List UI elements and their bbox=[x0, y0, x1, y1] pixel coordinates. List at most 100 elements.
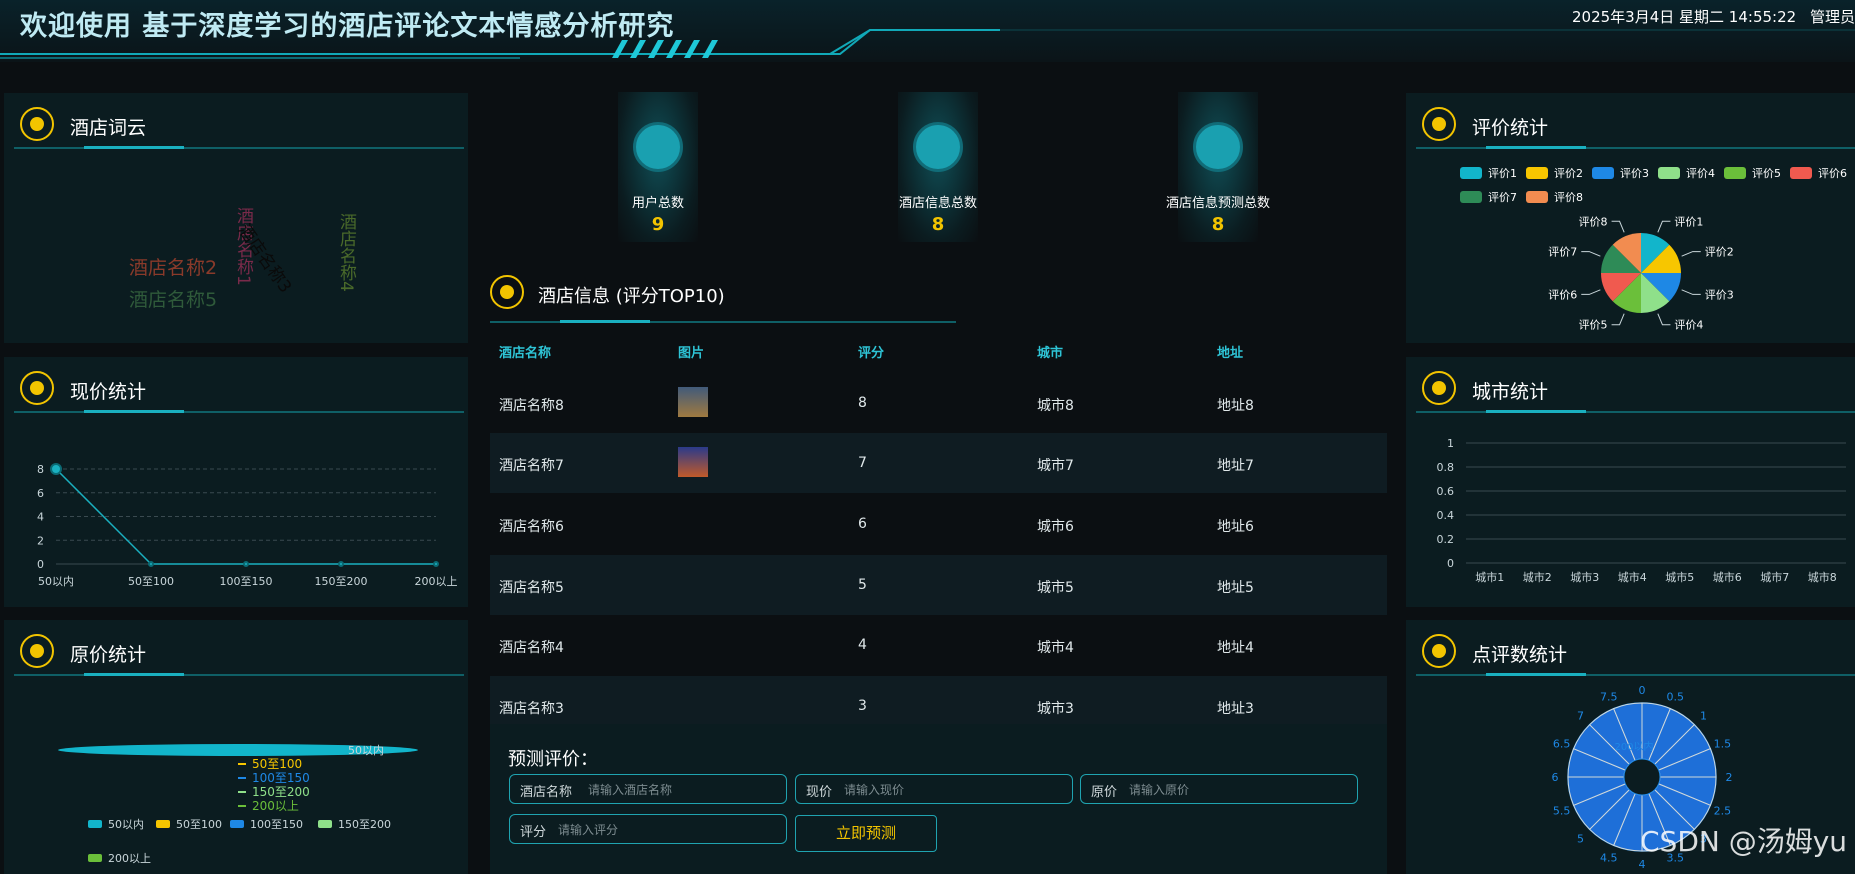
legend-label: 评价8 bbox=[1554, 191, 1583, 204]
stat-value: 8 bbox=[1211, 214, 1225, 235]
hotel-thumbnail[interactable] bbox=[678, 387, 708, 417]
cell-score: 3 bbox=[858, 698, 867, 714]
col-header-name[interactable]: 酒店名称 bbox=[499, 342, 551, 361]
x-tick-label: 200以上 bbox=[415, 575, 458, 588]
y-tick-label: 6 bbox=[37, 487, 44, 500]
col-header-address[interactable]: 地址 bbox=[1217, 342, 1243, 361]
legend-label: 评价5 bbox=[1752, 167, 1781, 180]
angle-tick-label: 4.5 bbox=[1600, 851, 1618, 864]
legend-swatch bbox=[1724, 167, 1746, 179]
legend-text: 150至200 bbox=[252, 785, 310, 799]
hotel-thumbnail[interactable] bbox=[678, 447, 708, 477]
data-point bbox=[433, 561, 439, 567]
angle-tick-label: 0 bbox=[1639, 684, 1646, 697]
legend-swatch bbox=[318, 820, 332, 828]
legend-label: 评价2 bbox=[1554, 167, 1583, 180]
cell-name: 酒店名称6 bbox=[499, 519, 564, 535]
legend-swatch bbox=[1790, 167, 1812, 179]
watermark: CSDN @汤姆yu bbox=[1640, 825, 1848, 858]
data-point bbox=[148, 561, 154, 567]
cell-score: 7 bbox=[858, 455, 867, 471]
col-header-city[interactable]: 城市 bbox=[1037, 342, 1063, 361]
original-price-field: 原价 bbox=[1080, 774, 1358, 804]
table-row[interactable]: 酒店名称7 7 城市7 地址7 bbox=[490, 433, 1387, 493]
score-field: 评分 bbox=[509, 814, 787, 844]
current-price-input[interactable] bbox=[842, 778, 1066, 802]
legend-text: 50至100 bbox=[252, 757, 302, 771]
cell-city: 城市4 bbox=[1037, 640, 1074, 656]
datetime: 2025年3月4日 星期二 14:55:22 bbox=[1572, 8, 1797, 26]
divider bbox=[14, 147, 464, 149]
cell-address: 地址4 bbox=[1217, 640, 1254, 656]
cell-city: 城市3 bbox=[1037, 701, 1074, 717]
stat-value: 9 bbox=[651, 214, 665, 235]
radial-label: 200以内 bbox=[1614, 740, 1653, 753]
legend-text: 200以上 bbox=[252, 799, 299, 813]
label-line bbox=[1681, 251, 1701, 257]
cell-name: 酒店名称7 bbox=[499, 458, 564, 474]
legend-swatch bbox=[1526, 191, 1548, 203]
legend-swatch bbox=[88, 854, 102, 862]
page-title: 欢迎使用 基于深度学习的酒店评论文本情感分析研究 bbox=[20, 11, 675, 42]
data-point bbox=[50, 463, 62, 475]
current-price-panel: 现价统计 0 2 4 6 8 50以内 50至100 100至150 150至200 200以上 bbox=[4, 357, 468, 607]
label-line bbox=[1611, 220, 1625, 233]
y-tick-label: 0.6 bbox=[1437, 485, 1455, 498]
angle-tick-label: 5 bbox=[1577, 833, 1584, 846]
x-tick-label: 城市7 bbox=[1760, 570, 1789, 584]
table-row[interactable]: 酒店名称4 4 城市4 地址4 bbox=[490, 615, 1387, 675]
cell-name: 酒店名称4 bbox=[499, 640, 564, 656]
legend-swatch bbox=[230, 820, 244, 828]
legend-label: 评价6 bbox=[1818, 167, 1847, 180]
stat-label: 酒店信息总数 bbox=[898, 196, 977, 211]
hotel-name-input[interactable] bbox=[586, 778, 780, 802]
legend-label: 50至100 bbox=[176, 818, 222, 831]
table-row[interactable]: 酒店名称5 5 城市5 地址5 bbox=[490, 555, 1387, 615]
slice-label: 评价2 bbox=[1705, 246, 1734, 259]
legend-swatch bbox=[1460, 191, 1482, 203]
cell-address: 地址7 bbox=[1217, 458, 1254, 474]
dna-icon bbox=[913, 122, 963, 172]
x-tick-label: 城市5 bbox=[1665, 570, 1694, 584]
slice-label: 评价8 bbox=[1579, 215, 1608, 228]
field-label: 酒店名称 bbox=[520, 785, 573, 800]
divider-accent bbox=[560, 320, 650, 323]
table-row[interactable]: 酒店名称6 6 城市6 地址6 bbox=[490, 494, 1387, 554]
x-tick-label: 城市1 bbox=[1475, 570, 1504, 584]
label-line bbox=[1581, 289, 1601, 295]
col-header-image[interactable]: 图片 bbox=[678, 342, 704, 361]
legend-label: 50以内 bbox=[108, 817, 144, 831]
legend-label: 150至200 bbox=[338, 818, 391, 831]
angle-tick-label: 2 bbox=[1726, 771, 1733, 784]
original-price-input[interactable] bbox=[1127, 778, 1351, 802]
predict-button[interactable]: 立即预测 bbox=[795, 815, 937, 852]
legend-text: 100至150 bbox=[252, 771, 310, 785]
slice-label: 评价3 bbox=[1705, 288, 1734, 301]
stat-hotels: 酒店信息总数 8 bbox=[878, 92, 998, 252]
legend-label: 评价3 bbox=[1620, 167, 1649, 180]
city-chart: 0 0.2 0.4 0.6 0.8 1 城市1 城市2 城市3 城市4 城市5 城市6 城市7 城市8 bbox=[1437, 437, 1846, 584]
legend-swatch bbox=[1526, 167, 1548, 179]
legend-swatch bbox=[88, 820, 102, 828]
label-line bbox=[1611, 313, 1625, 326]
label-line bbox=[1657, 313, 1671, 326]
word-hotel-5: 酒店名称5 bbox=[129, 289, 218, 311]
cell-name: 酒店名称3 bbox=[499, 701, 564, 717]
angle-tick-label: 6.5 bbox=[1553, 738, 1571, 751]
hotel-name-field: 酒店名称 bbox=[509, 774, 787, 804]
user-menu[interactable]: 管理员 bbox=[1810, 6, 1855, 27]
table-row[interactable]: 酒店名称8 8 城市8 地址8 bbox=[490, 373, 1387, 433]
y-tick-label: 0 bbox=[1447, 557, 1454, 570]
current-price-chart: 0 2 4 6 8 50以内 50至100 100至150 150至200 200以上 bbox=[37, 463, 458, 588]
y-tick-label: 0.2 bbox=[1437, 533, 1455, 546]
x-tick-label: 城市4 bbox=[1618, 570, 1647, 584]
col-header-score[interactable]: 评分 bbox=[858, 342, 884, 361]
table-row[interactable]: 酒店名称3 3 城市3 地址3 bbox=[490, 676, 1387, 724]
legend-swatch bbox=[1592, 167, 1614, 179]
field-label: 评分 bbox=[520, 825, 547, 840]
polar-inner-ring bbox=[1623, 758, 1661, 796]
city-panel: 城市统计 0 0.2 0.4 0.6 0.8 1 城市1 城市2 城市3 城市4 城市5 城市6 城市7… bbox=[1406, 357, 1855, 607]
angle-tick-label: 7 bbox=[1577, 709, 1584, 722]
angle-tick-label: 1 bbox=[1700, 709, 1707, 722]
score-input[interactable] bbox=[556, 818, 780, 842]
